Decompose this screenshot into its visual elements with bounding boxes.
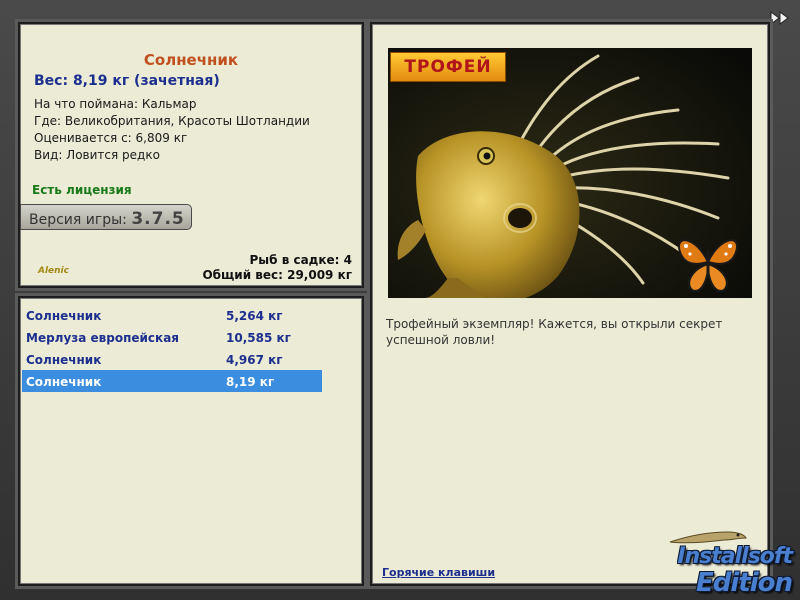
hotkeys-link[interactable]: Горячие клавиши xyxy=(382,566,495,579)
game-version-badge: Версия игры: 3.7.5 xyxy=(20,204,192,230)
catch-row[interactable]: Мерлуза европейская 10,585 кг xyxy=(22,326,322,348)
catch-row-name: Солнечник xyxy=(26,353,102,367)
total-weight: Общий вес: 29,009 кг xyxy=(202,268,352,282)
catch-row-weight: 5,264 кг xyxy=(226,309,283,323)
version-number: 3.7.5 xyxy=(131,209,185,229)
trophy-message: Трофейный экземпляр! Кажется, вы открыли… xyxy=(386,317,723,347)
location-line: Где: Великобритания, Красоты Шотландии xyxy=(34,114,310,128)
fish-title: Солнечник xyxy=(143,51,239,69)
license-status: Есть лицензия xyxy=(32,183,132,197)
catch-row-weight: 4,967 кг xyxy=(226,353,283,367)
catch-row-name: Солнечник xyxy=(26,375,102,389)
watermark-line-1: Installsoft xyxy=(677,544,793,569)
mini-logo: Alenic xyxy=(38,266,69,276)
watermark-line-2: Edition xyxy=(696,568,793,598)
catch-row[interactable]: Солнечник 5,264 кг xyxy=(22,304,322,326)
installsoft-watermark: Installsoft Edition xyxy=(677,544,793,598)
trophy-detail-panel: ТРОФЕЙ Трофейный экземпляр! Кажется, вы … xyxy=(370,22,770,586)
rating-threshold-line: Оценивается с: 6,809 кг xyxy=(34,131,188,145)
catch-info-panel: Солнечник Вес: 8,19 кг (зачетная) На что… xyxy=(18,22,364,288)
next-page-button[interactable] xyxy=(770,10,790,25)
rarity-line: Вид: Ловится редко xyxy=(34,148,160,162)
catch-row-selected[interactable]: Солнечник 8,19 кг xyxy=(22,370,322,392)
fish-weight: Вес: 8,19 кг (зачетная) xyxy=(34,73,220,89)
bait-line: На что поймана: Кальмар xyxy=(34,97,197,111)
keepnet-count: Рыб в садке: 4 xyxy=(249,253,353,267)
version-label: Версия игры: xyxy=(29,212,127,228)
catch-row-weight: 10,585 кг xyxy=(226,331,291,345)
john-dory-fish-image xyxy=(388,48,752,298)
catch-row-weight: 8,19 кг xyxy=(226,375,275,389)
catch-row[interactable]: Солнечник 4,967 кг xyxy=(22,348,322,370)
lizard-icon xyxy=(669,531,747,544)
fish-photo: ТРОФЕЙ xyxy=(388,48,752,298)
trophy-badge: ТРОФЕЙ xyxy=(390,52,506,82)
catch-row-name: Солнечник xyxy=(26,309,102,323)
catch-row-name: Мерлуза европейская xyxy=(26,331,179,345)
catch-list-panel: Солнечник 5,264 кг Мерлуза европейская 1… xyxy=(18,296,364,586)
double-chevron-right-icon xyxy=(770,11,789,25)
